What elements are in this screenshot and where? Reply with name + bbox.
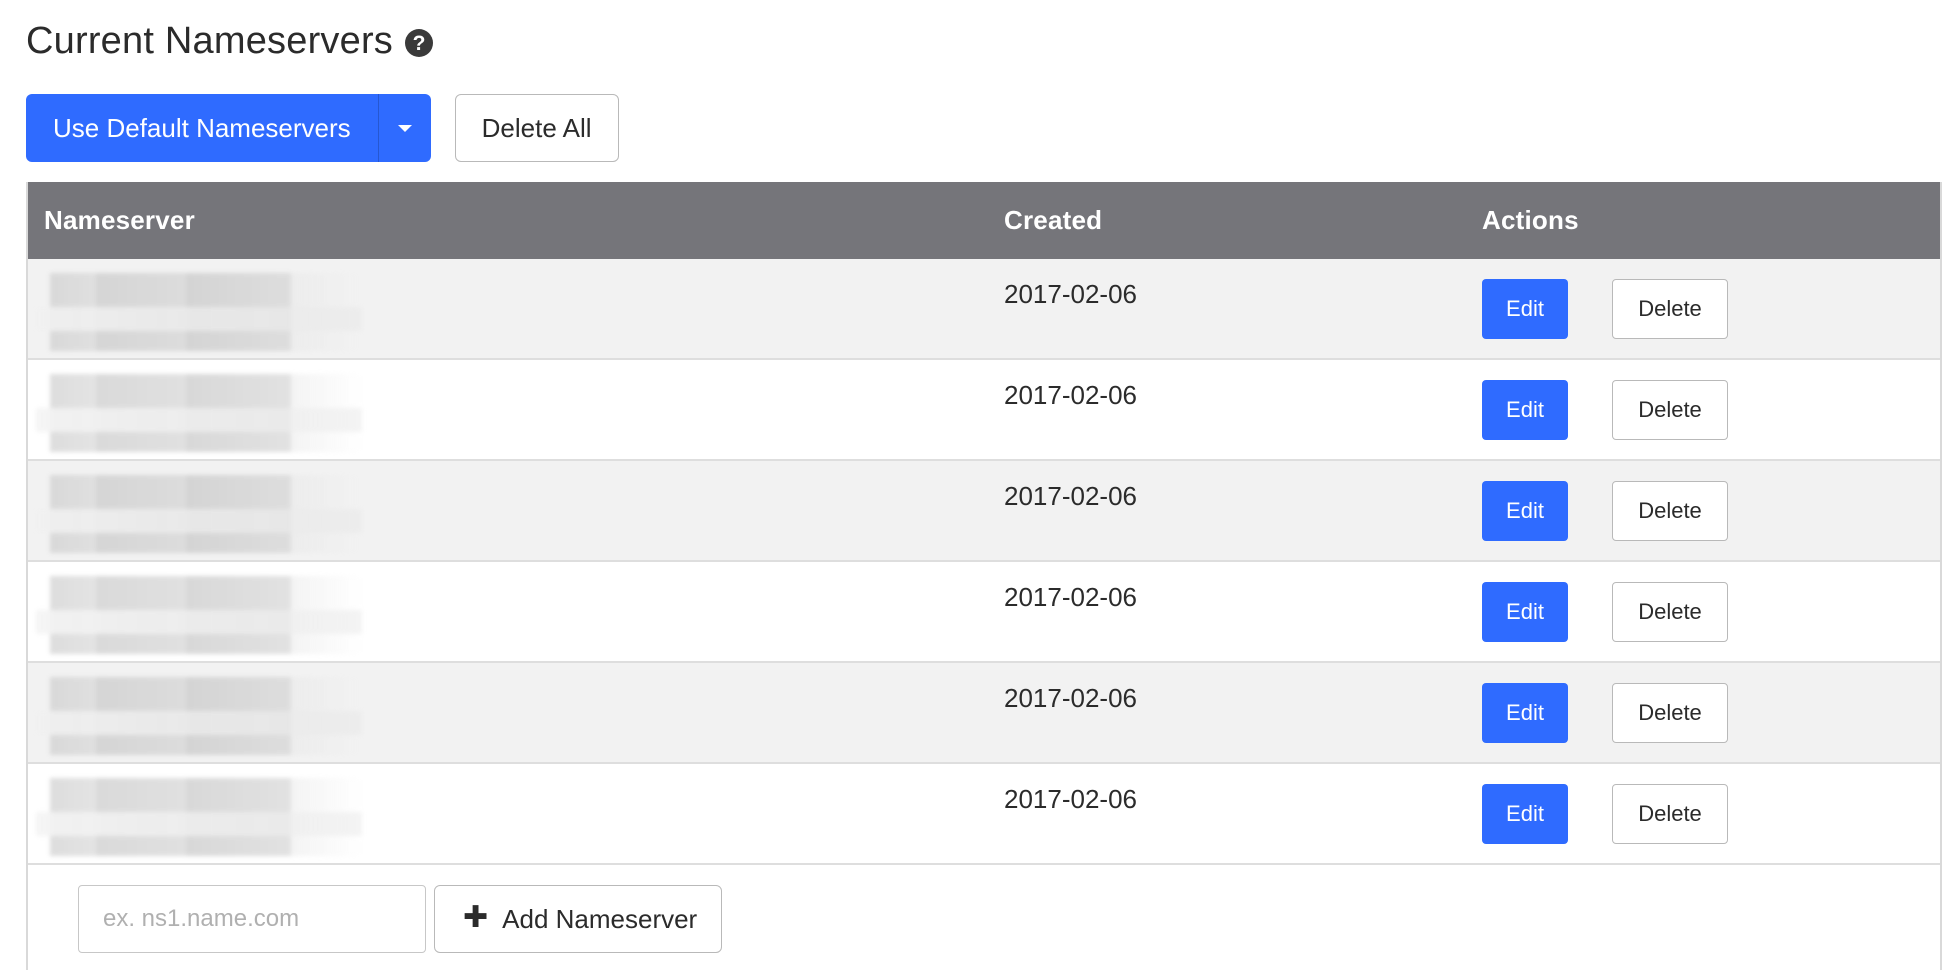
delete-button[interactable]: Delete [1612,784,1728,844]
created-date: 2017-02-06 [1004,279,1137,309]
table-row: 2017-02-06 Edit Delete [28,764,1940,865]
nameserver-value-redacted [36,374,362,452]
created-date: 2017-02-06 [1004,683,1137,713]
toolbar: Use Default Nameservers Delete All [26,94,619,162]
nameservers-page: Current Nameservers ? Use Default Namese… [0,0,1958,970]
use-default-dropdown-toggle[interactable] [377,94,431,162]
nameserver-value-redacted [36,677,362,755]
use-default-nameservers-split-button: Use Default Nameservers [26,94,431,162]
delete-button[interactable]: Delete [1612,380,1728,440]
created-date: 2017-02-06 [1004,481,1137,511]
delete-button[interactable]: Delete [1612,481,1728,541]
delete-all-button[interactable]: Delete All [454,94,619,162]
edit-button[interactable]: Edit [1482,582,1568,642]
edit-button[interactable]: Edit [1482,380,1568,440]
nameservers-table: Nameserver Created Actions 2017-02-06 Ed… [26,182,1942,970]
nameserver-input[interactable] [78,885,426,953]
row-actions: Edit Delete [1482,784,1728,844]
add-nameserver-label: Add Nameserver [502,903,698,934]
row-actions: Edit Delete [1482,279,1728,339]
edit-button[interactable]: Edit [1482,481,1568,541]
delete-button[interactable]: Delete [1612,279,1728,339]
edit-button[interactable]: Edit [1482,279,1568,339]
column-header-nameserver: Nameserver [44,205,195,235]
page-title: Current Nameservers [26,20,394,62]
question-circle-icon[interactable]: ? [405,29,434,57]
created-date: 2017-02-06 [1004,380,1137,410]
table-row: 2017-02-06 Edit Delete [28,259,1940,360]
edit-button[interactable]: Edit [1482,683,1568,743]
caret-down-icon [397,124,412,132]
table-row: 2017-02-06 Edit Delete [28,663,1940,764]
nameserver-value-redacted [36,273,362,351]
add-nameserver-button[interactable]: ✚ Add Nameserver [434,885,723,953]
edit-button[interactable]: Edit [1482,784,1568,844]
nameserver-value-redacted [36,778,362,856]
column-header-actions: Actions [1482,205,1579,235]
table-row: 2017-02-06 Edit Delete [28,360,1940,461]
plus-icon: ✚ [463,901,489,934]
row-actions: Edit Delete [1482,683,1728,743]
delete-button[interactable]: Delete [1612,582,1728,642]
row-actions: Edit Delete [1482,582,1728,642]
delete-button[interactable]: Delete [1612,683,1728,743]
table-header: Nameserver Created Actions [28,182,1940,259]
title-row: Current Nameservers ? [26,20,434,62]
nameserver-value-redacted [36,576,362,654]
nameserver-value-redacted [36,475,362,553]
table-row: 2017-02-06 Edit Delete [28,461,1940,562]
row-actions: Edit Delete [1482,380,1728,440]
add-nameserver-row: ✚ Add Nameserver [28,865,1940,970]
column-header-created: Created [1004,205,1103,235]
created-date: 2017-02-06 [1004,784,1137,814]
table-row: 2017-02-06 Edit Delete [28,562,1940,663]
use-default-nameservers-button[interactable]: Use Default Nameservers [26,94,378,162]
row-actions: Edit Delete [1482,481,1728,541]
created-date: 2017-02-06 [1004,582,1137,612]
